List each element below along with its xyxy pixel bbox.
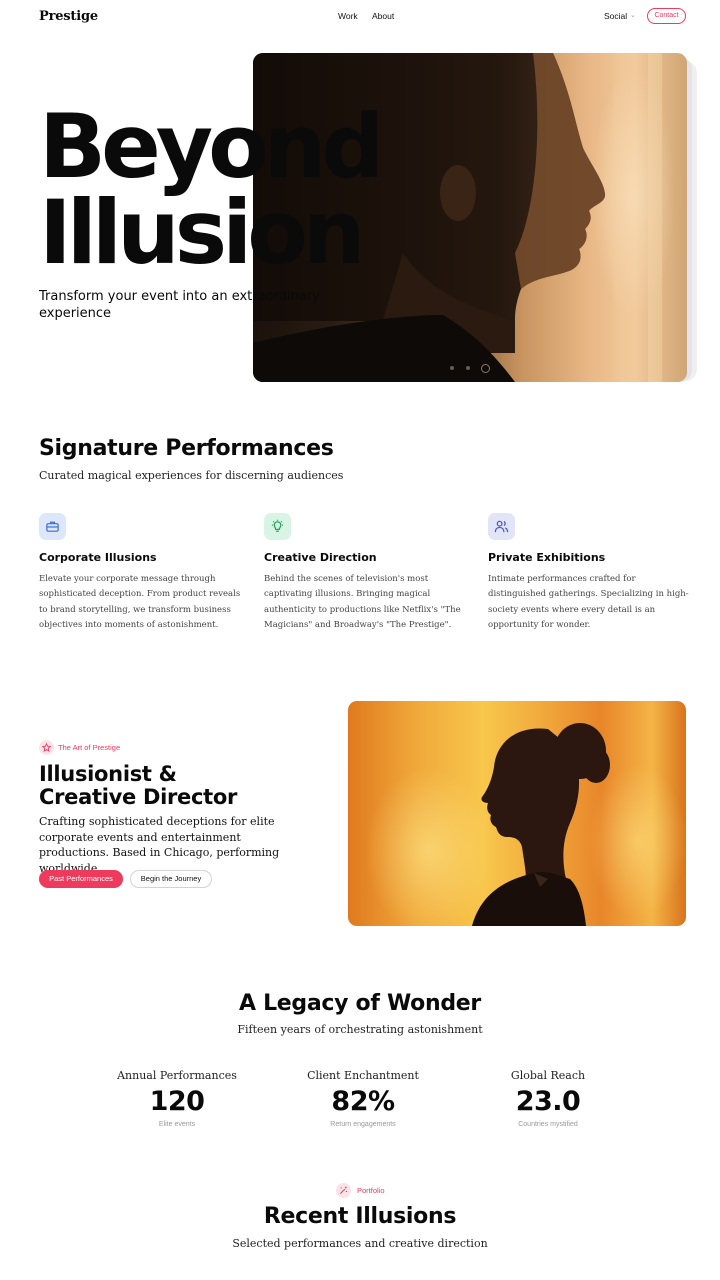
top-navigation: Prestige Work About Social ⌄ Contact xyxy=(0,0,720,34)
wand-icon xyxy=(336,1183,351,1198)
chevron-down-icon: ⌄ xyxy=(630,12,636,19)
carousel-dot[interactable] xyxy=(450,366,454,370)
carousel-dot[interactable] xyxy=(466,366,470,370)
hero-title-line: Illusion xyxy=(39,181,365,284)
portfolio-title: Recent Illusions xyxy=(263,1204,457,1229)
star-icon xyxy=(39,740,54,755)
card-body: Elevate your corporate message through s… xyxy=(39,574,241,630)
site-logo[interactable]: Prestige xyxy=(39,9,98,24)
carousel-dot-active[interactable] xyxy=(481,364,490,373)
stat-label: Annual Performances xyxy=(117,1069,237,1082)
stat-global-reach: Global Reach 23.0 Countries mystified xyxy=(468,1069,628,1128)
stat-value: 120 xyxy=(149,1086,205,1117)
stat-client-enchantment: Client Enchantment 82% Return engagement… xyxy=(283,1069,443,1128)
about-portrait-image xyxy=(348,701,686,926)
badge-label: Portfolio xyxy=(357,1186,385,1195)
stat-value: 82% xyxy=(331,1086,395,1117)
social-dropdown[interactable]: Social ⌄ xyxy=(604,11,636,21)
card-title: Private Exhibitions xyxy=(488,551,606,564)
nav-link-work[interactable]: Work xyxy=(338,11,358,21)
stat-note: Elite events xyxy=(158,1121,196,1128)
hero-title: Beyond Illusion xyxy=(39,95,384,284)
social-dropdown-label: Social xyxy=(604,11,628,21)
card-title: Creative Direction xyxy=(264,551,377,564)
briefcase-icon xyxy=(39,513,66,540)
stat-label: Global Reach xyxy=(510,1069,586,1082)
card-title: Corporate Illusions xyxy=(39,551,157,564)
begin-journey-button[interactable]: Begin the Journey xyxy=(130,870,212,888)
about-title: Illusionist & Creative Director xyxy=(39,763,237,809)
hero-title-line: Beyond xyxy=(39,95,384,198)
stat-note: Countries mystified xyxy=(518,1121,578,1128)
hero-subtitle: Transform your event into an extraordina… xyxy=(39,289,320,321)
legacy-title: A Legacy of Wonder xyxy=(239,991,481,1016)
contact-button[interactable]: Contact xyxy=(647,8,686,24)
stat-value: 23.0 xyxy=(515,1086,581,1117)
nav-link-about[interactable]: About xyxy=(372,11,394,21)
stat-note: Return engagements xyxy=(330,1121,396,1128)
legacy-subtitle: Fifteen years of orchestrating astonishm… xyxy=(237,1023,483,1036)
lightbulb-icon xyxy=(264,513,291,540)
section-title: Signature Performances xyxy=(39,436,334,461)
section-subtitle: Curated magical experiences for discerni… xyxy=(39,469,344,482)
users-icon xyxy=(488,513,515,540)
about-title-line: Creative Director xyxy=(39,785,238,809)
card-body: Behind the scenes of television's most c… xyxy=(264,574,461,630)
about-title-line: Illusionist & xyxy=(39,762,177,786)
past-performances-button[interactable]: Past Performances xyxy=(39,870,123,888)
card-body: Intimate performances crafted for distin… xyxy=(488,574,689,630)
about-description: Crafting sophisticated deceptions for el… xyxy=(39,815,280,875)
stat-label: Client Enchantment xyxy=(307,1069,419,1082)
portfolio-subtitle: Selected performances and creative direc… xyxy=(232,1237,488,1250)
badge-label: The Art of Prestige xyxy=(58,743,121,752)
stat-annual-performances: Annual Performances 120 Elite events xyxy=(97,1069,257,1128)
